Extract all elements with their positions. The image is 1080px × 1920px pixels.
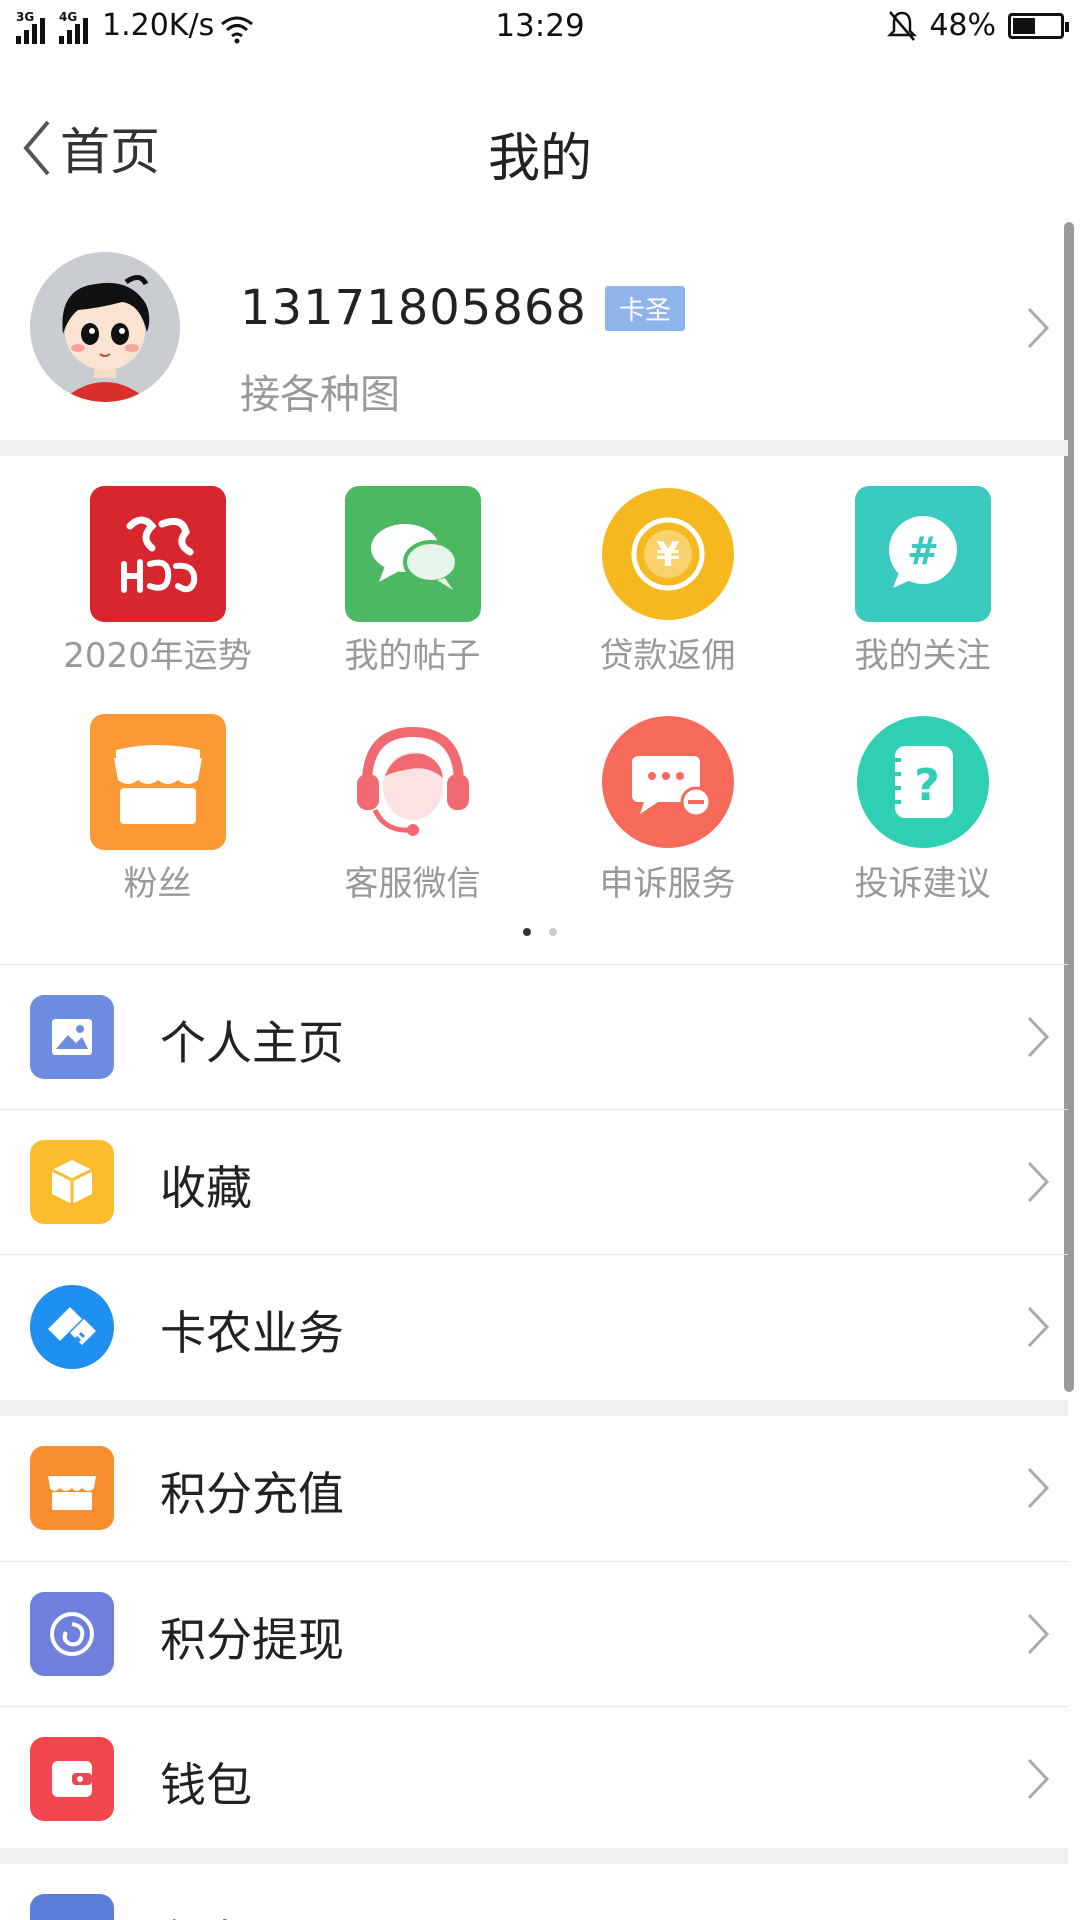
list-item-label: 积分提现 (160, 1613, 344, 1667)
headset-agent-icon (345, 714, 481, 850)
list-item-tasks[interactable]: 任务 (0, 1864, 1068, 1920)
page-title: 我的 (487, 129, 592, 189)
cartoon-avatar-icon (30, 252, 180, 402)
svg-text:¥: ¥ (656, 535, 680, 575)
list-item-wallet[interactable]: 钱包 (0, 1706, 1068, 1851)
question-notebook-icon: ? (855, 714, 991, 850)
list-item-kanong-business[interactable]: 卡农业务 (0, 1254, 1068, 1399)
grid-item-service-wechat[interactable]: 客服微信 (285, 714, 540, 905)
grid-item-appeal-service[interactable]: 申诉服务 (540, 714, 795, 905)
rat-zodiac-icon (89, 486, 226, 622)
grid-item-label: 我的帖子 (344, 636, 481, 676)
grid-item-label: 客服微信 (344, 864, 481, 904)
section-divider (0, 1400, 1068, 1416)
page-indicator (0, 928, 1068, 936)
chevron-right-icon (1027, 307, 1050, 349)
grid-item-complaint-advice[interactable]: ? 投诉建议 (795, 714, 1050, 905)
list-item-label: 收藏 (160, 1161, 252, 1215)
list-item-label: 个人主页 (160, 1016, 344, 1070)
page-dot (549, 928, 557, 936)
chevron-right-icon (1027, 1306, 1050, 1348)
list-item-points-withdraw[interactable]: 积分提现 (0, 1561, 1068, 1706)
user-tag-badge: 卡圣 (604, 285, 685, 331)
grid-item-my-posts[interactable]: 我的帖子 (285, 486, 540, 677)
box-icon (30, 1140, 114, 1224)
store-icon (30, 1446, 114, 1530)
avatar[interactable] (30, 252, 180, 402)
menu-list-tertiary: 任务 (0, 1864, 1068, 1920)
feature-grid: 2020年运势 我的帖子 ¥ 贷款返佣 # 我的关注 粉丝 客服微信 申诉服务 … (0, 456, 1068, 956)
list-item-personal-homepage[interactable]: 个人主页 (0, 964, 1068, 1109)
image-icon (30, 995, 114, 1079)
list-item-points-recharge[interactable]: 积分充值 (0, 1416, 1068, 1561)
grid-item-fortune[interactable]: 2020年运势 (30, 486, 285, 677)
list-item-label: 钱包 (160, 1758, 252, 1812)
chevron-right-icon (1027, 1758, 1050, 1800)
profile-card[interactable]: 13171805868 卡圣 接各种图 (0, 230, 1068, 440)
grid-item-my-follows[interactable]: # 我的关注 (795, 486, 1050, 677)
status-bar: 3G 4G 1.20K/s 13:29 48% (0, 0, 1080, 56)
chat-bubbles-icon (344, 486, 481, 622)
grid-item-fans[interactable]: 粉丝 (30, 714, 285, 905)
list-item-label: 卡农业务 (160, 1306, 344, 1360)
handshake-icon (30, 1285, 114, 1369)
grid-item-label: 申诉服务 (599, 864, 736, 904)
message-minus-icon (600, 714, 736, 850)
svg-text:?: ? (914, 760, 940, 811)
grid-item-label: 粉丝 (123, 864, 192, 904)
spiral-icon (30, 1592, 114, 1676)
menu-list-primary: 个人主页 收藏 卡农业务 (0, 964, 1068, 1399)
grid-item-label: 投诉建议 (854, 864, 991, 904)
wallet-icon (30, 1737, 114, 1821)
section-divider (0, 440, 1068, 456)
grid-item-label: 我的关注 (854, 636, 991, 676)
bell-muted-icon (887, 10, 918, 41)
section-divider (0, 1848, 1068, 1864)
nav-bar: 首页 我的 (0, 88, 1080, 208)
list-item-label: 任务 (160, 1906, 252, 1920)
chevron-right-icon (1027, 1467, 1050, 1509)
list-item-favorites[interactable]: 收藏 (0, 1109, 1068, 1254)
hashtag-bubble-icon: # (854, 486, 991, 622)
svg-text:#: # (907, 529, 939, 573)
shop-icon (89, 714, 226, 850)
grid-item-label: 2020年运势 (63, 636, 252, 676)
grid-item-label: 贷款返佣 (599, 636, 736, 676)
user-phone: 13171805868 (240, 280, 587, 336)
battery-percent: 48% (929, 8, 996, 43)
user-signature: 接各种图 (240, 372, 400, 418)
yen-coin-icon: ¥ (600, 486, 736, 622)
chevron-right-icon (1027, 1161, 1050, 1203)
page-dot-active (523, 928, 531, 936)
menu-list-secondary: 积分充值 积分提现 钱包 (0, 1416, 1068, 1851)
battery-icon (1008, 12, 1069, 39)
grid-item-loan-rebate[interactable]: ¥ 贷款返佣 (540, 486, 795, 677)
task-icon (30, 1894, 114, 1920)
chevron-right-icon (1027, 1613, 1050, 1655)
chevron-right-icon (1027, 1016, 1050, 1058)
list-item-label: 积分充值 (160, 1467, 344, 1521)
